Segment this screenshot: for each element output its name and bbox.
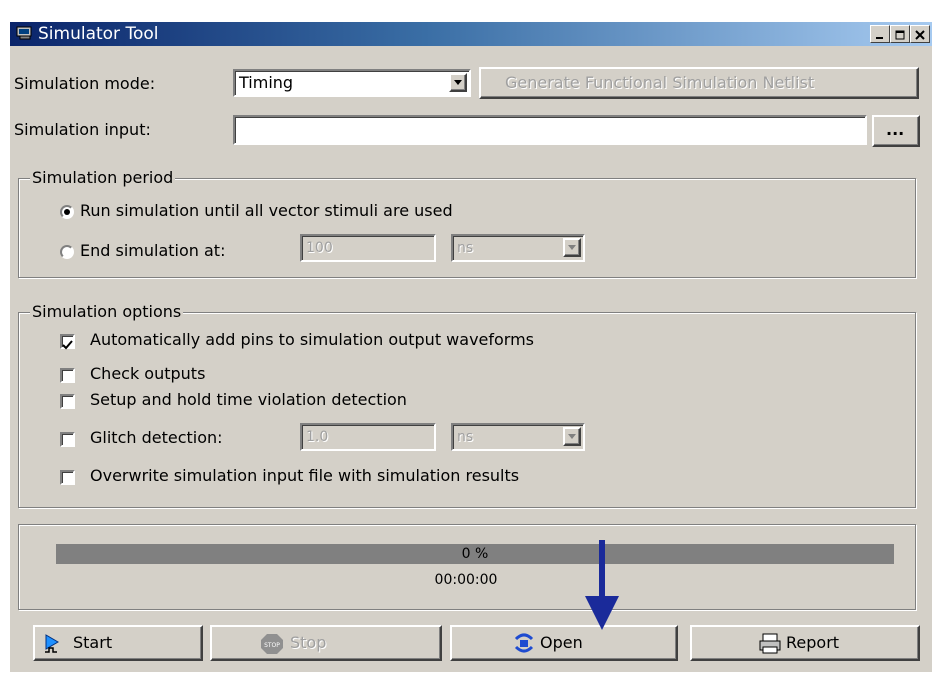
end-time-unit-dropdown[interactable]: ns (451, 234, 585, 262)
report-button[interactable]: Report (690, 625, 920, 661)
glitch-detection-label[interactable]: Glitch detection: (90, 428, 223, 448)
glitch-value-input[interactable]: 1.0 (300, 423, 436, 451)
report-label: Report (786, 633, 840, 652)
glitch-detection-checkbox[interactable] (60, 432, 75, 447)
browse-button[interactable]: ... (872, 115, 920, 147)
browse-label: ... (886, 120, 905, 139)
stop-label: Stop (290, 633, 327, 652)
progress-percent: 0 % (461, 546, 489, 562)
start-button[interactable]: Start (33, 625, 203, 661)
simulator-app-icon (16, 25, 34, 41)
close-button[interactable] (910, 25, 930, 43)
generate-netlist-label: Generate Functional Simulation Netlist (505, 73, 815, 92)
simulation-input-field[interactable] (233, 115, 867, 145)
simulation-mode-label: Simulation mode: (14, 74, 156, 93)
auto-add-pins-label[interactable]: Automatically add pins to simulation out… (90, 330, 534, 350)
overwrite-input-checkbox[interactable] (60, 470, 75, 485)
progress-panel (18, 524, 916, 610)
window-title: Simulator Tool (38, 24, 159, 44)
end-simulation-radio[interactable] (60, 245, 74, 259)
setup-hold-checkbox[interactable] (60, 394, 75, 409)
minimize-icon (875, 25, 885, 44)
close-icon (915, 25, 925, 44)
open-icon (512, 633, 536, 659)
auto-add-pins-checkbox[interactable] (60, 334, 75, 350)
simulation-input-label: Simulation input: (14, 120, 151, 139)
svg-text:STOP: STOP (264, 642, 280, 649)
setup-hold-label[interactable]: Setup and hold time violation detection (90, 390, 407, 410)
simulation-options-title: Simulation options (30, 302, 184, 322)
title-bar[interactable]: Simulator Tool (10, 22, 932, 46)
glitch-value: 1.0 (306, 429, 329, 445)
simulation-mode-value: Timing (239, 73, 294, 92)
stop-button[interactable]: STOP Stop (210, 625, 442, 661)
progress-bar: 0 % (56, 544, 894, 564)
checkmark-icon (62, 336, 73, 355)
end-time-value: 100 (306, 240, 333, 256)
glitch-unit-value: ns (457, 429, 474, 445)
check-outputs-label[interactable]: Check outputs (90, 364, 205, 384)
annotation-arrow-icon (585, 540, 619, 632)
maximize-icon (895, 25, 905, 44)
chevron-down-icon[interactable] (563, 427, 581, 446)
glitch-unit-dropdown[interactable]: ns (451, 423, 585, 451)
simulation-period-title: Simulation period (30, 168, 176, 188)
minimize-button[interactable] (870, 25, 890, 43)
maximize-button[interactable] (890, 25, 910, 43)
elapsed-time: 00:00:00 (434, 572, 498, 588)
end-time-input[interactable]: 100 (300, 234, 436, 262)
start-label: Start (73, 633, 113, 652)
end-simulation-label[interactable]: End simulation at: (80, 241, 225, 261)
chevron-down-icon[interactable] (449, 73, 467, 92)
open-button[interactable]: Open (450, 625, 678, 661)
report-icon (758, 633, 782, 659)
overwrite-input-label[interactable]: Overwrite simulation input file with sim… (90, 466, 519, 486)
run-until-stimuli-label[interactable]: Run simulation until all vector stimuli … (80, 201, 453, 221)
end-time-unit-value: ns (457, 240, 474, 256)
run-until-stimuli-radio[interactable] (60, 205, 74, 219)
start-icon (43, 633, 65, 659)
simulation-mode-dropdown[interactable]: Timing (233, 69, 471, 97)
chevron-down-icon[interactable] (563, 238, 581, 257)
simulation-period-group (18, 178, 916, 278)
stop-icon: STOP (260, 633, 284, 659)
generate-netlist-button[interactable]: Generate Functional Simulation Netlist (479, 67, 919, 99)
open-label: Open (540, 633, 583, 652)
check-outputs-checkbox[interactable] (60, 368, 75, 383)
